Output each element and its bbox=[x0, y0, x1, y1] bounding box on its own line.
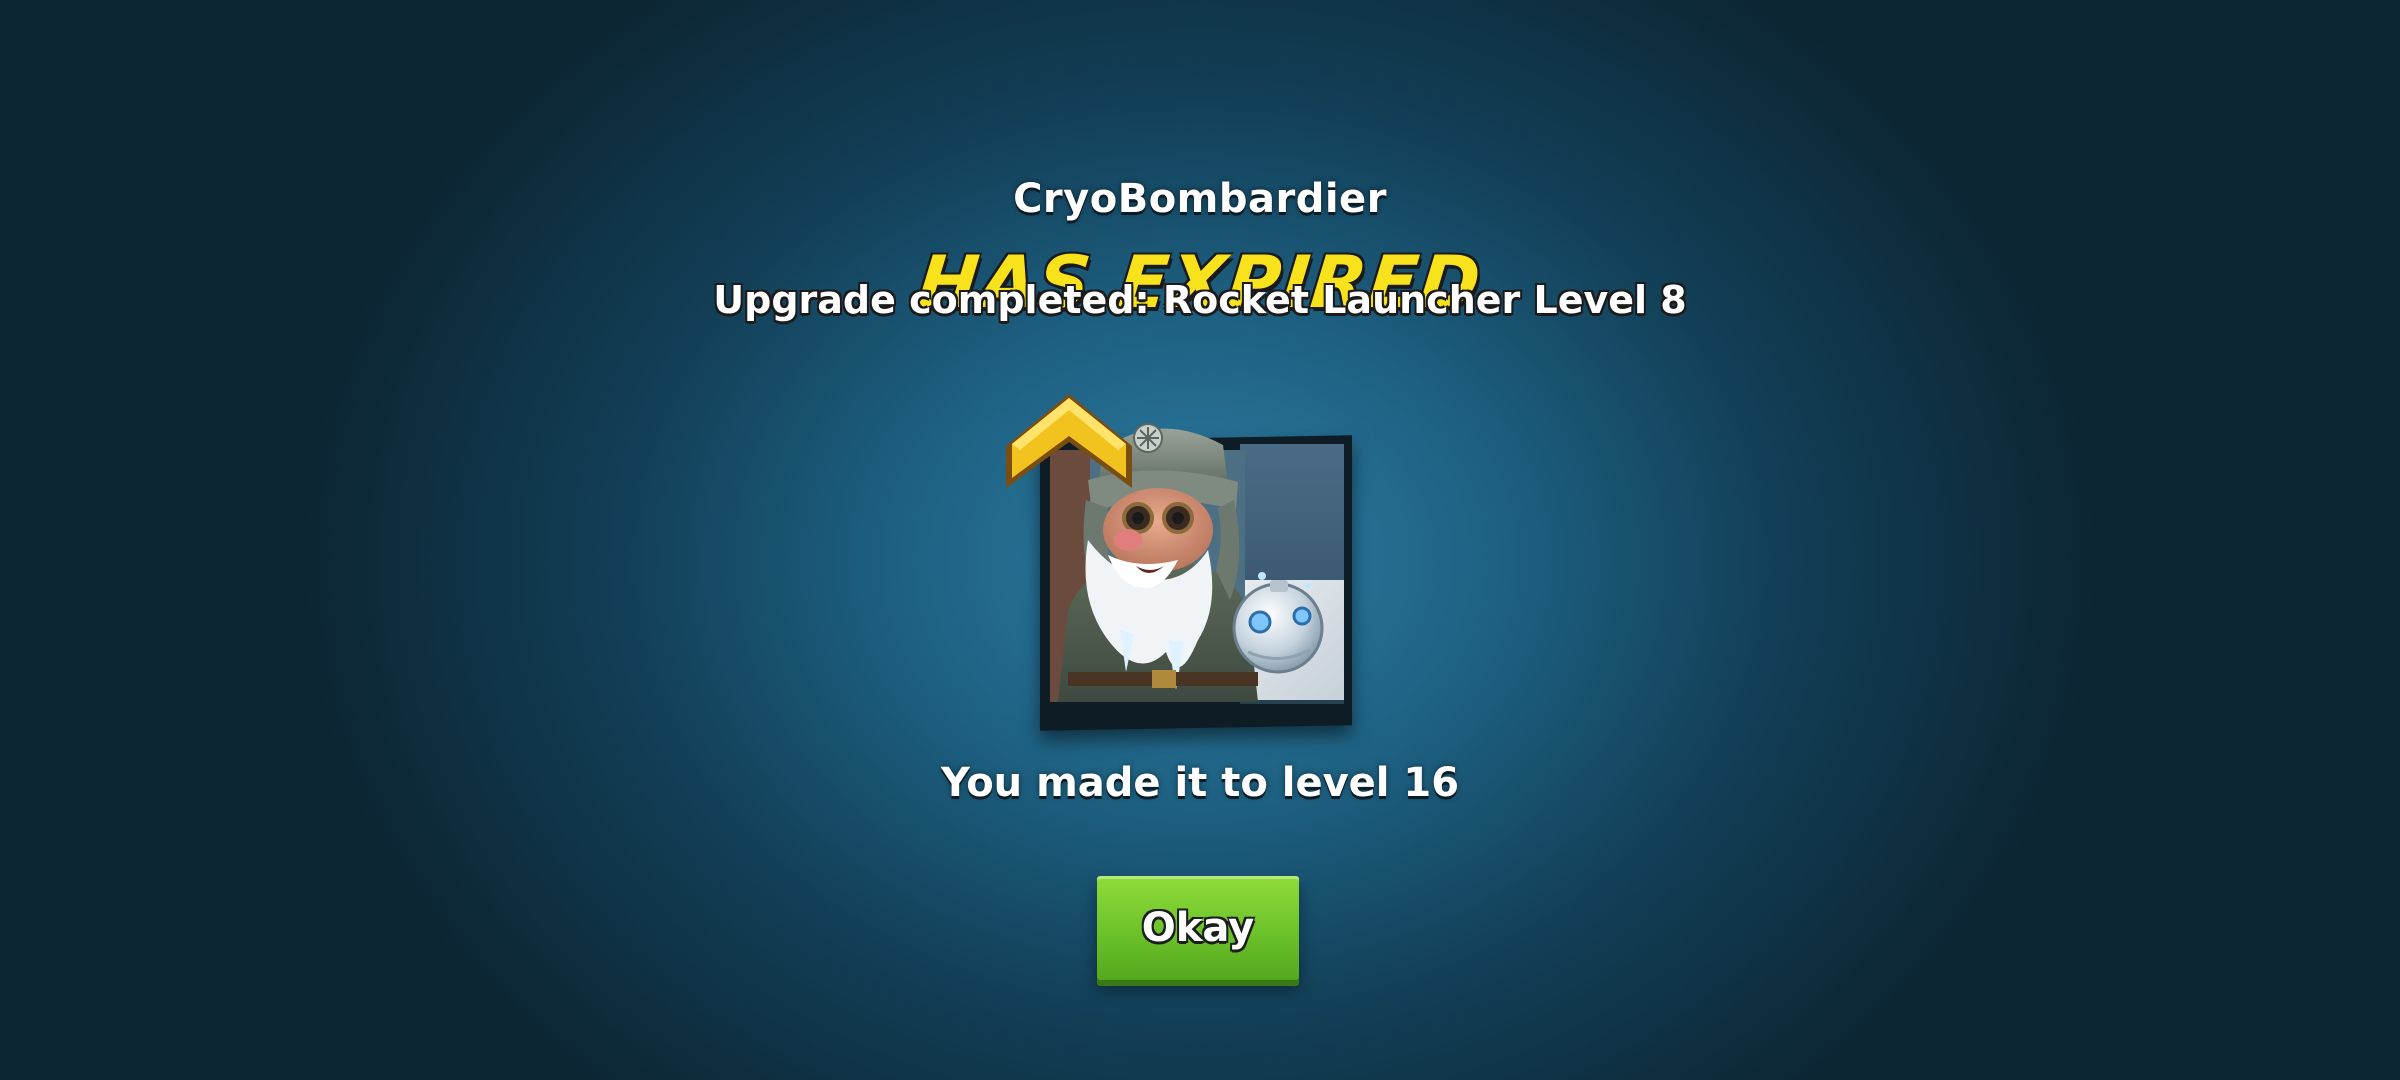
level-message: You made it to level 16 bbox=[940, 760, 1460, 806]
okay-button-label: Okay bbox=[1141, 905, 1255, 951]
hero-name: CryoBombardier bbox=[1013, 176, 1387, 222]
upgrade-message: Upgrade completed: Rocket Launcher Level… bbox=[713, 278, 1687, 322]
level-up-dialog: CryoBombardier HAS EXPIRED Upgrade compl… bbox=[0, 0, 2400, 1080]
hero-portrait-card bbox=[1006, 390, 1360, 740]
rank-up-chevron-icon bbox=[1006, 394, 1132, 488]
okay-button[interactable]: Okay bbox=[1097, 876, 1299, 980]
cryo-bomb-icon bbox=[1232, 580, 1324, 674]
